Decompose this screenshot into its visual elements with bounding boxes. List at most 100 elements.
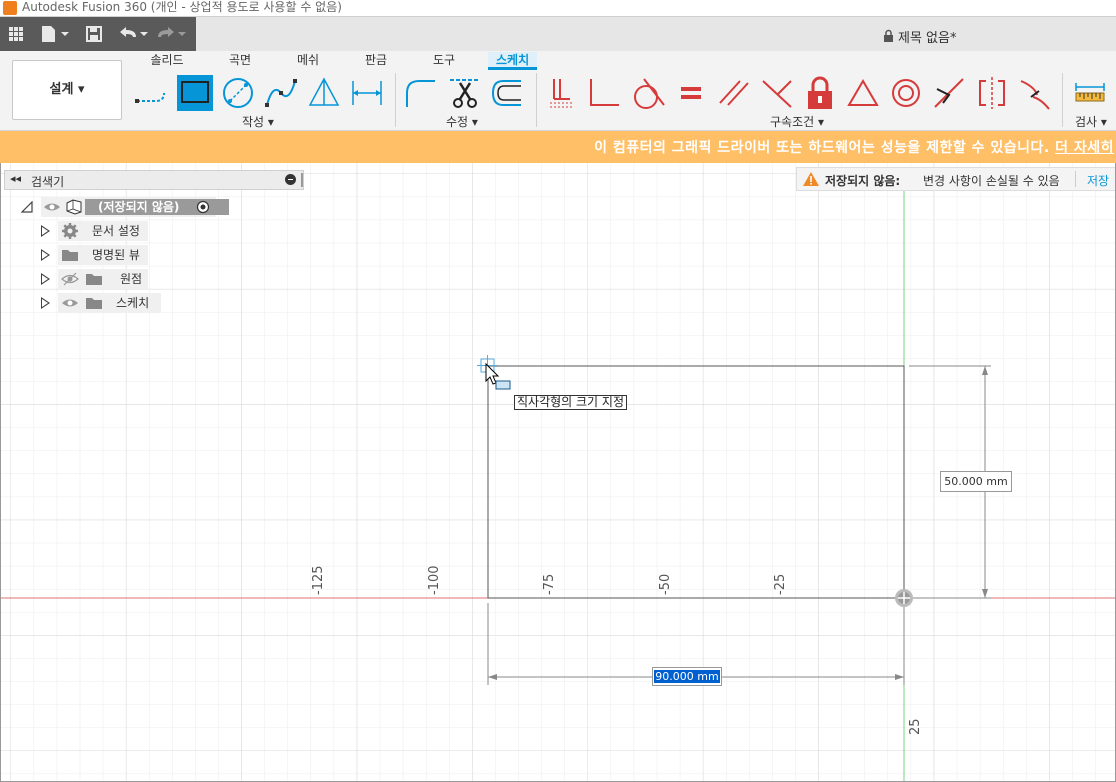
file-menu-icon[interactable] (40, 23, 70, 45)
tab-solid[interactable]: 솔리드 (150, 52, 184, 70)
browser-item-label: 문서 설정 (92, 224, 140, 238)
perpendicular-constraint-icon[interactable] (587, 75, 623, 111)
workspace-switcher[interactable]: 설계 ▾ (12, 60, 122, 120)
save-icon[interactable] (84, 23, 104, 45)
visibility-eye-icon[interactable] (61, 293, 79, 319)
component-icon (65, 199, 83, 221)
x-axis-tick-label: -25 (773, 574, 788, 595)
browser-item-document-settings[interactable]: 문서 설정 (58, 221, 148, 241)
expand-arrow-icon[interactable] (41, 273, 50, 285)
fusion-app-icon (3, 1, 17, 15)
triangle-constraint-icon[interactable] (845, 75, 881, 111)
tab-sketch[interactable]: 스케치 (488, 52, 538, 70)
sketch-dimension-icon[interactable] (349, 75, 385, 111)
tab-sheet-metal[interactable]: 판금 (364, 52, 388, 70)
trim-tool-icon[interactable] (446, 75, 482, 111)
width-dimension-input[interactable]: 90.000 mm (652, 667, 722, 686)
equal-constraint-icon[interactable] (673, 75, 709, 111)
y-axis-tick-label: 25 (908, 718, 923, 735)
line-tool-icon[interactable] (134, 75, 170, 111)
tangent-constraint-icon[interactable] (630, 75, 666, 111)
data-panel-icon[interactable] (6, 23, 26, 45)
browser-root-label: (저장되지 않음) (98, 200, 180, 214)
unsaved-separator (1075, 171, 1076, 187)
curvature-constraint-icon[interactable] (1017, 75, 1053, 111)
browser-item-label: 명명된 뷰 (92, 248, 140, 262)
expand-arrow-icon[interactable] (41, 297, 50, 309)
workspace-label: 설계 (49, 82, 74, 97)
width-dimension-value: 90.000 mm (654, 670, 720, 683)
undo-icon[interactable] (116, 23, 150, 45)
graphics-warning-text: 이 컴퓨터의 그래픽 드라이버 또는 하드웨어는 성능을 제한할 수 있습니다. (594, 140, 1050, 156)
graphics-warning-banner: 이 컴퓨터의 그래픽 드라이버 또는 하드웨어는 성능을 제한할 수 있습니다.… (0, 131, 1116, 163)
tab-mesh[interactable]: 메쉬 (296, 52, 320, 70)
unsaved-detail: 변경 사항이 손실될 수 있음 (923, 174, 1060, 188)
visibility-eye-icon[interactable] (43, 197, 61, 223)
group-create-label[interactable]: 작성 ▾ (242, 113, 274, 130)
offset-tool-icon[interactable] (489, 75, 525, 111)
concentric-constraint-icon[interactable] (888, 75, 924, 111)
ribbon-separator (536, 73, 537, 127)
rectangle-tool-icon[interactable] (177, 75, 213, 111)
browser-item-origin[interactable]: 원점 (58, 269, 148, 289)
horizontal-vertical-constraint-icon[interactable] (759, 75, 795, 111)
fillet-tool-icon[interactable] (403, 75, 439, 111)
expand-root-triangle-icon[interactable] (21, 201, 33, 213)
expand-arrow-icon[interactable] (41, 249, 50, 261)
spline-tool-icon[interactable] (263, 75, 299, 111)
x-axis-tick-label: -125 (311, 565, 326, 595)
tab-surface[interactable]: 곡면 (228, 52, 252, 70)
expand-arrow-icon[interactable] (41, 225, 50, 237)
browser-item-named-views[interactable]: 명명된 뷰 (58, 245, 148, 265)
graphics-warning-message: 이 컴퓨터의 그래픽 드라이버 또는 하드웨어는 성능을 제한할 수 있습니다.… (594, 137, 1114, 157)
fix-constraint-lock-icon[interactable] (802, 75, 838, 111)
browser-title: 검색기 (31, 175, 65, 189)
graphics-warning-link[interactable]: 더 자세히 (1055, 140, 1114, 156)
window-titlebar: Autodesk Fusion 360 (개인 - 상업적 용도로 사용할 수 … (0, 0, 1116, 17)
x-axis-tick-label: -50 (658, 574, 673, 595)
document-tab[interactable]: 제목 없음* (883, 27, 956, 46)
quick-access-toolbar: 제목 없음* (0, 17, 1116, 51)
folder-icon (61, 248, 79, 268)
document-title: 제목 없음* (898, 31, 957, 46)
coincident-constraint-icon[interactable] (544, 75, 580, 111)
height-dimension-value: 50.000 mm (944, 475, 1008, 488)
activate-radio-icon[interactable] (196, 200, 210, 220)
tab-utilities[interactable]: 도구 (432, 52, 456, 70)
save-link[interactable]: 저장 (1087, 172, 1109, 189)
ribbon-separator (1062, 73, 1063, 127)
browser-item-label: 스케치 (116, 296, 150, 310)
symmetry-constraint-icon[interactable] (974, 75, 1010, 111)
rectangle-cursor-badge-icon (495, 380, 511, 390)
group-modify-label[interactable]: 수정 ▾ (446, 113, 478, 130)
browser-panel-header[interactable]: ◂◂ 검색기 (4, 170, 304, 190)
collapse-browser-icon[interactable]: ◂◂ (10, 172, 21, 185)
folder-icon (85, 272, 103, 292)
group-inspect-label[interactable]: 검사 ▾ (1075, 113, 1107, 130)
toolbar-ribbon: 설계 ▾ 솔리드 곡면 메쉬 판금 도구 스케치 작성 ▾ 수정 ▾ 구속조건 … (0, 51, 1116, 131)
unsaved-changes-bar: 저장되지 않음: 변경 사항이 손실될 수 있음 저장 (796, 167, 1115, 191)
quick-access-group (0, 17, 196, 51)
sketch-canvas[interactable]: -125 -100 -75 -50 -25 25 직사각형의 크기 지정 90.… (0, 163, 1116, 782)
browser-item-sketches[interactable]: 스케치 (58, 293, 161, 313)
unsaved-label: 저장되지 않음: (825, 174, 901, 188)
visibility-hidden-eye-icon[interactable] (61, 269, 79, 295)
group-constraints-label[interactable]: 구속조건 ▾ (770, 113, 824, 130)
warning-triangle-icon (802, 171, 820, 190)
measure-ruler-icon[interactable] (1072, 75, 1108, 111)
gear-icon (61, 222, 79, 246)
midpoint-constraint-icon[interactable] (931, 75, 967, 111)
browser-pin-grip-icon[interactable] (301, 173, 303, 187)
x-axis-tick-label: -100 (427, 565, 442, 595)
window-title: Autodesk Fusion 360 (개인 - 상업적 용도로 사용할 수 … (22, 0, 342, 14)
browser-minimize-icon[interactable] (285, 174, 296, 185)
height-dimension-input[interactable]: 50.000 mm (940, 471, 1012, 492)
polygon-tool-icon[interactable] (306, 75, 342, 111)
origin-point-icon[interactable] (895, 589, 913, 607)
circle-tool-icon[interactable] (220, 75, 256, 111)
browser-root-node[interactable]: (저장되지 않음) (41, 197, 229, 220)
parallel-constraint-icon[interactable] (716, 75, 752, 111)
ribbon-separator (395, 73, 396, 127)
redo-icon[interactable] (156, 23, 190, 45)
folder-icon (85, 296, 103, 316)
